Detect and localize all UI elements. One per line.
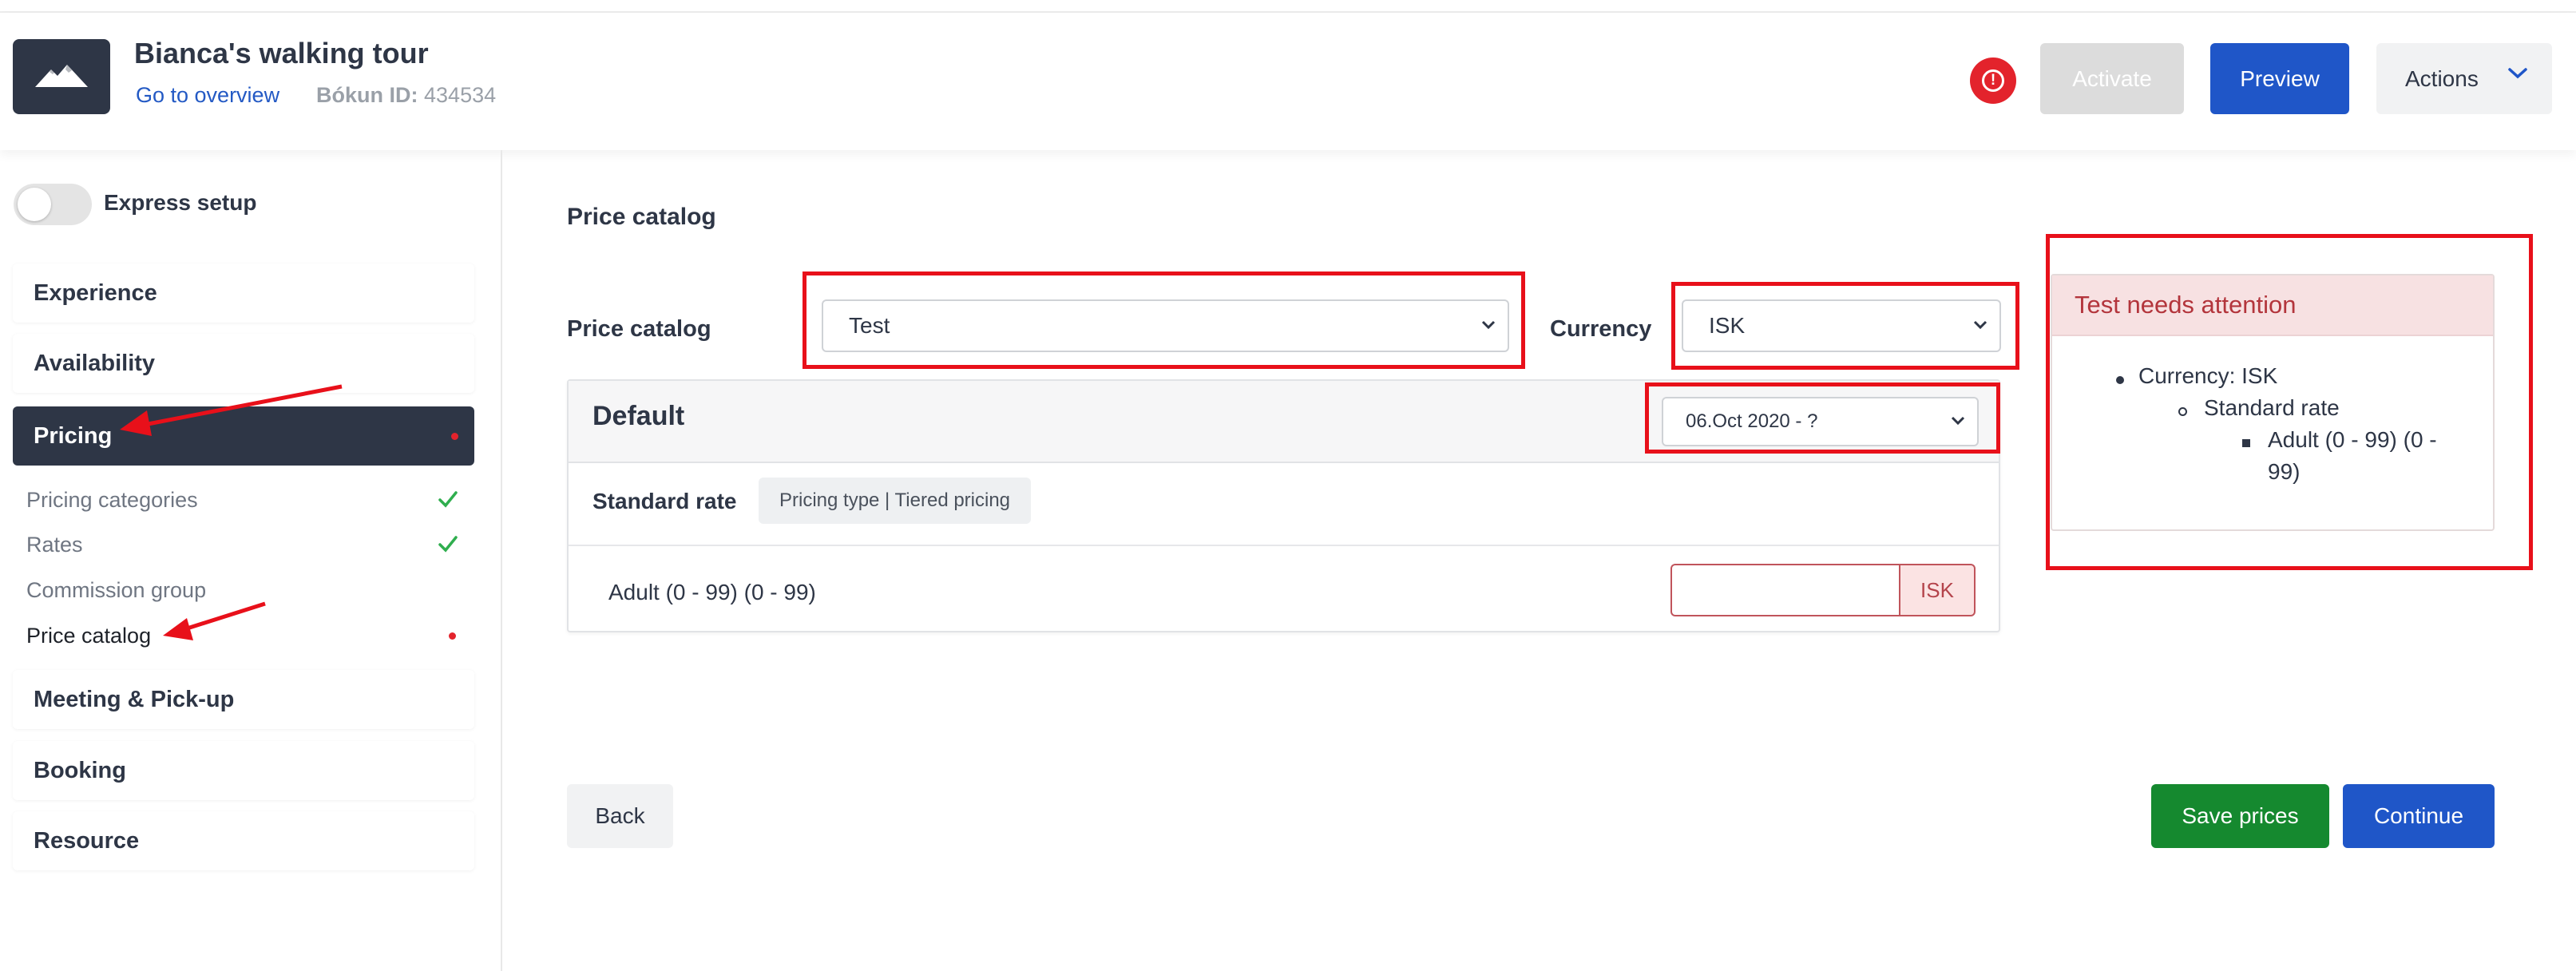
- sidebar-subitem-label: Commission group: [26, 577, 207, 602]
- actions-label: Actions: [2405, 65, 2479, 91]
- rate-row: Standard rate Pricing type | Tiered pric…: [569, 463, 1999, 546]
- page-title: Price catalog: [567, 204, 716, 230]
- actions-dropdown-button[interactable]: Actions: [2376, 43, 2552, 114]
- sidebar-divider: [501, 150, 502, 971]
- sidebar-subitem-label: Pricing categories: [26, 487, 198, 512]
- sidebar-subitem-label: Price catalog: [26, 623, 152, 648]
- activate-button[interactable]: Activate: [2040, 43, 2184, 114]
- card-title: Default: [592, 401, 685, 431]
- mountain-icon: [35, 65, 88, 87]
- bokun-id-label: Bókun ID:: [316, 83, 418, 107]
- sidebar-item-pricing[interactable]: Pricing: [13, 406, 474, 466]
- currency-label: Currency: [1550, 316, 1652, 342]
- table-row: Adult (0 - 99) (0 - 99) ISK: [569, 546, 1999, 632]
- sidebar-subitem-label: Rates: [26, 532, 83, 557]
- sidebar-item-meeting-pickup[interactable]: Meeting & Pick-up: [13, 670, 474, 729]
- sidebar-item-availability[interactable]: Availability: [13, 334, 474, 393]
- annotation-box-currency: [1671, 282, 2019, 370]
- sidebar-item-experience[interactable]: Experience: [13, 264, 474, 323]
- express-setup-label: Express setup: [104, 190, 257, 215]
- rate-label: Standard rate: [592, 489, 737, 513]
- annotation-box-price-catalog: [803, 271, 1525, 369]
- product-logo: [13, 39, 110, 114]
- sidebar-subitem-price-catalog[interactable]: Price catalog: [26, 620, 474, 652]
- pricing-type-badge: Pricing type | Tiered pricing: [759, 478, 1032, 524]
- express-setup-toggle[interactable]: [14, 184, 92, 225]
- save-prices-button[interactable]: Save prices: [2151, 784, 2329, 848]
- attention-dot: [449, 632, 456, 640]
- price-catalog-label: Price catalog: [567, 316, 711, 342]
- continue-button[interactable]: Continue: [2343, 784, 2495, 848]
- attention-dot: [451, 433, 458, 440]
- price-currency-suffix: ISK: [1899, 564, 1976, 616]
- sidebar-item-booking[interactable]: Booking: [13, 741, 474, 800]
- sidebar-subitem-commission-group[interactable]: Commission group: [26, 574, 474, 606]
- sidebar-item-resource[interactable]: Resource: [13, 811, 474, 870]
- back-button[interactable]: Back: [567, 784, 673, 848]
- go-to-overview-link[interactable]: Go to overview: [136, 83, 279, 108]
- preview-button[interactable]: Preview: [2210, 43, 2349, 114]
- toggle-knob: [18, 188, 51, 221]
- product-header: Bianca's walking tour Go to overview Bók…: [0, 13, 2576, 150]
- exclamation-circle-icon[interactable]: !: [1970, 57, 2016, 104]
- bokun-id-value: 434534: [424, 83, 497, 107]
- sidebar-subitem-pricing-categories[interactable]: Pricing categories: [26, 484, 474, 516]
- top-border: [0, 0, 2576, 13]
- price-input[interactable]: [1670, 564, 1899, 616]
- check-icon: [438, 491, 458, 508]
- bokun-id: Bókun ID: 434534: [316, 83, 496, 108]
- sidebar-subitem-rates[interactable]: Rates: [26, 529, 474, 561]
- annotation-box-date: [1645, 382, 2000, 454]
- chevron-down-icon: [2508, 68, 2527, 79]
- product-title: Bianca's walking tour: [134, 37, 429, 69]
- pricing-category-label: Adult (0 - 99) (0 - 99): [608, 580, 816, 604]
- annotation-box-attention: [2046, 234, 2533, 570]
- sidebar-item-label: Pricing: [34, 422, 113, 449]
- check-icon: [438, 536, 458, 553]
